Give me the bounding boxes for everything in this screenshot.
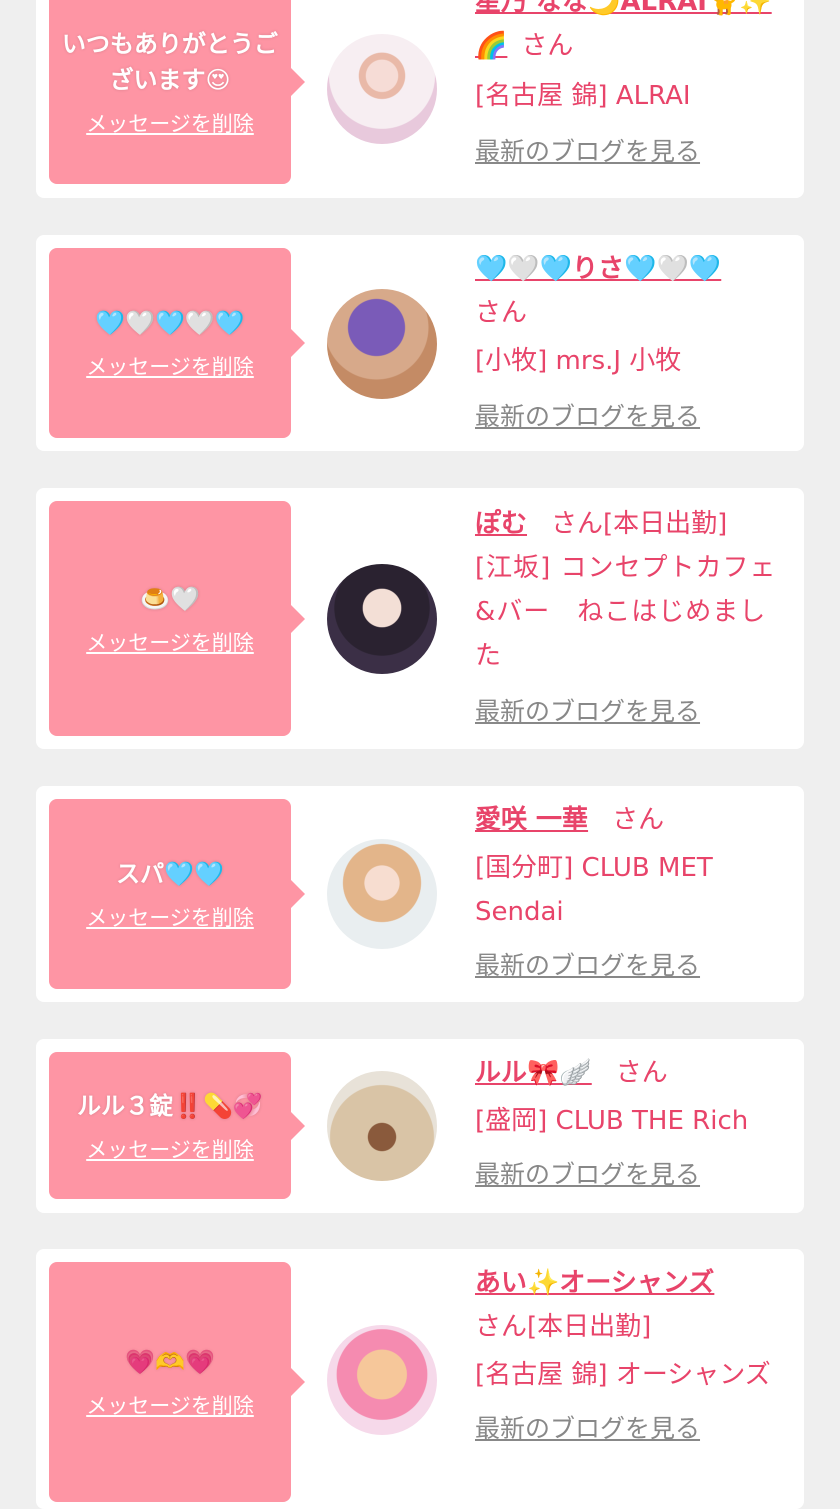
user-info: 星乃 なな🌙ALRAI🐈✨🌈 さん [名古屋 錦] ALRAI 最新のブログを見る bbox=[475, 0, 793, 174]
user-info: 🩵🤍🩵りさ🩵🤍🩵 さん [小牧] mrs.J 小牧 最新のブログを見る bbox=[475, 247, 793, 439]
message-text: スパ🩵🩵 bbox=[116, 860, 224, 888]
latest-blog-link[interactable]: 最新のブログを見る bbox=[475, 1153, 793, 1197]
message-bubble: 🍮🤍 メッセージを削除 bbox=[49, 501, 305, 736]
user-name-link[interactable]: あい✨オーシャンズ bbox=[475, 1268, 714, 1298]
user-info: 愛咲 一華 さん [国分町] CLUB MET Sendai 最新のブログを見る bbox=[475, 798, 793, 988]
shop-label: [江坂] コンセプトカフェ&バー ねこはじめました bbox=[475, 553, 777, 671]
message-card: スパ🩵🩵 メッセージを削除 愛咲 一華 さん [国分町] CLUB MET Sen… bbox=[36, 786, 804, 1002]
user-name-link[interactable]: ぽむ bbox=[475, 509, 527, 539]
user-name-link[interactable]: 愛咲 一華 bbox=[475, 805, 588, 835]
shop-label: [国分町] CLUB MET Sendai bbox=[475, 853, 713, 927]
avatar[interactable] bbox=[327, 289, 437, 399]
latest-blog-link[interactable]: 最新のブログを見る bbox=[475, 395, 793, 439]
message-bubble: 🩵🤍🩵🤍🩵 メッセージを削除 bbox=[49, 248, 305, 438]
delete-message-link[interactable]: メッセージを削除 bbox=[86, 902, 254, 932]
user-info: あい✨オーシャンズ さん[本日出勤] [名古屋 錦] オーシャンズ 最新のブログ… bbox=[475, 1261, 793, 1451]
user-name-link[interactable]: 🩵🤍🩵りさ🩵🤍🩵 bbox=[475, 254, 721, 284]
delete-message-link[interactable]: メッセージを削除 bbox=[86, 1134, 254, 1164]
message-card: いつもありがとうございます😍 メッセージを削除 星乃 なな🌙ALRAI🐈✨🌈 さん… bbox=[36, 0, 804, 198]
latest-blog-link[interactable]: 最新のブログを見る bbox=[475, 130, 793, 174]
delete-message-link[interactable]: メッセージを削除 bbox=[86, 108, 254, 138]
latest-blog-link[interactable]: 最新のブログを見る bbox=[475, 1407, 793, 1451]
san-suffix: さん bbox=[551, 509, 604, 539]
message-bubble: ルル３錠‼️💊💞 メッセージを削除 bbox=[49, 1052, 305, 1199]
avatar[interactable] bbox=[327, 839, 437, 949]
latest-blog-link[interactable]: 最新のブログを見る bbox=[475, 944, 793, 988]
user-name-link[interactable]: ルル🎀🪽 bbox=[475, 1058, 592, 1088]
message-card: 🩵🤍🩵🤍🩵 メッセージを削除 🩵🤍🩵りさ🩵🤍🩵 さん [小牧] mrs.J 小牧… bbox=[36, 235, 804, 451]
san-suffix: さん bbox=[475, 298, 528, 328]
status-badge: [本日出勤] bbox=[527, 1312, 652, 1342]
avatar[interactable] bbox=[327, 564, 437, 674]
message-text: 🍮🤍 bbox=[140, 584, 200, 613]
user-info: ぽむ さん[本日出勤] [江坂] コンセプトカフェ&バー ねこはじめました 最新の… bbox=[475, 502, 793, 734]
message-card: 🍮🤍 メッセージを削除 ぽむ さん[本日出勤] [江坂] コンセプトカフェ&バー … bbox=[36, 488, 804, 749]
message-bubble: いつもありがとうございます😍 メッセージを削除 bbox=[49, 0, 305, 184]
san-suffix: さん bbox=[612, 805, 665, 835]
message-text: いつもありがとうございます😍 bbox=[62, 30, 278, 94]
avatar[interactable] bbox=[327, 1325, 437, 1435]
message-text: ルル３錠‼️💊💞 bbox=[77, 1091, 263, 1120]
delete-message-link[interactable]: メッセージを削除 bbox=[86, 351, 254, 381]
delete-message-link[interactable]: メッセージを削除 bbox=[86, 627, 254, 657]
message-text: 💗🫶💗 bbox=[125, 1348, 215, 1376]
user-name-link[interactable]: 星乃 なな🌙ALRAI🐈✨🌈 bbox=[475, 0, 772, 61]
shop-label: [名古屋 錦] ALRAI bbox=[475, 81, 691, 111]
message-card: 💗🫶💗 メッセージを削除 あい✨オーシャンズ さん[本日出勤] [名古屋 錦] … bbox=[36, 1249, 804, 1509]
shop-label: [小牧] mrs.J 小牧 bbox=[475, 346, 682, 376]
delete-message-link[interactable]: メッセージを削除 bbox=[86, 1390, 254, 1420]
message-text: 🩵🤍🩵🤍🩵 bbox=[95, 309, 245, 337]
latest-blog-link[interactable]: 最新のブログを見る bbox=[475, 690, 793, 734]
san-suffix: さん bbox=[475, 1312, 528, 1342]
san-suffix: さん bbox=[615, 1058, 668, 1088]
shop-label: [盛岡] CLUB THE Rich bbox=[475, 1106, 749, 1136]
message-card: ルル３錠‼️💊💞 メッセージを削除 ルル🎀🪽 さん [盛岡] CLUB THE R… bbox=[36, 1039, 804, 1213]
message-bubble: 💗🫶💗 メッセージを削除 bbox=[49, 1262, 305, 1502]
san-suffix: さん bbox=[521, 31, 574, 61]
avatar[interactable] bbox=[327, 1071, 437, 1181]
message-bubble: スパ🩵🩵 メッセージを削除 bbox=[49, 799, 305, 989]
avatar[interactable] bbox=[327, 34, 437, 144]
user-info: ルル🎀🪽 さん [盛岡] CLUB THE Rich 最新のブログを見る bbox=[475, 1051, 793, 1197]
status-badge: [本日出勤] bbox=[603, 509, 728, 539]
shop-label: [名古屋 錦] オーシャンズ bbox=[475, 1360, 771, 1390]
